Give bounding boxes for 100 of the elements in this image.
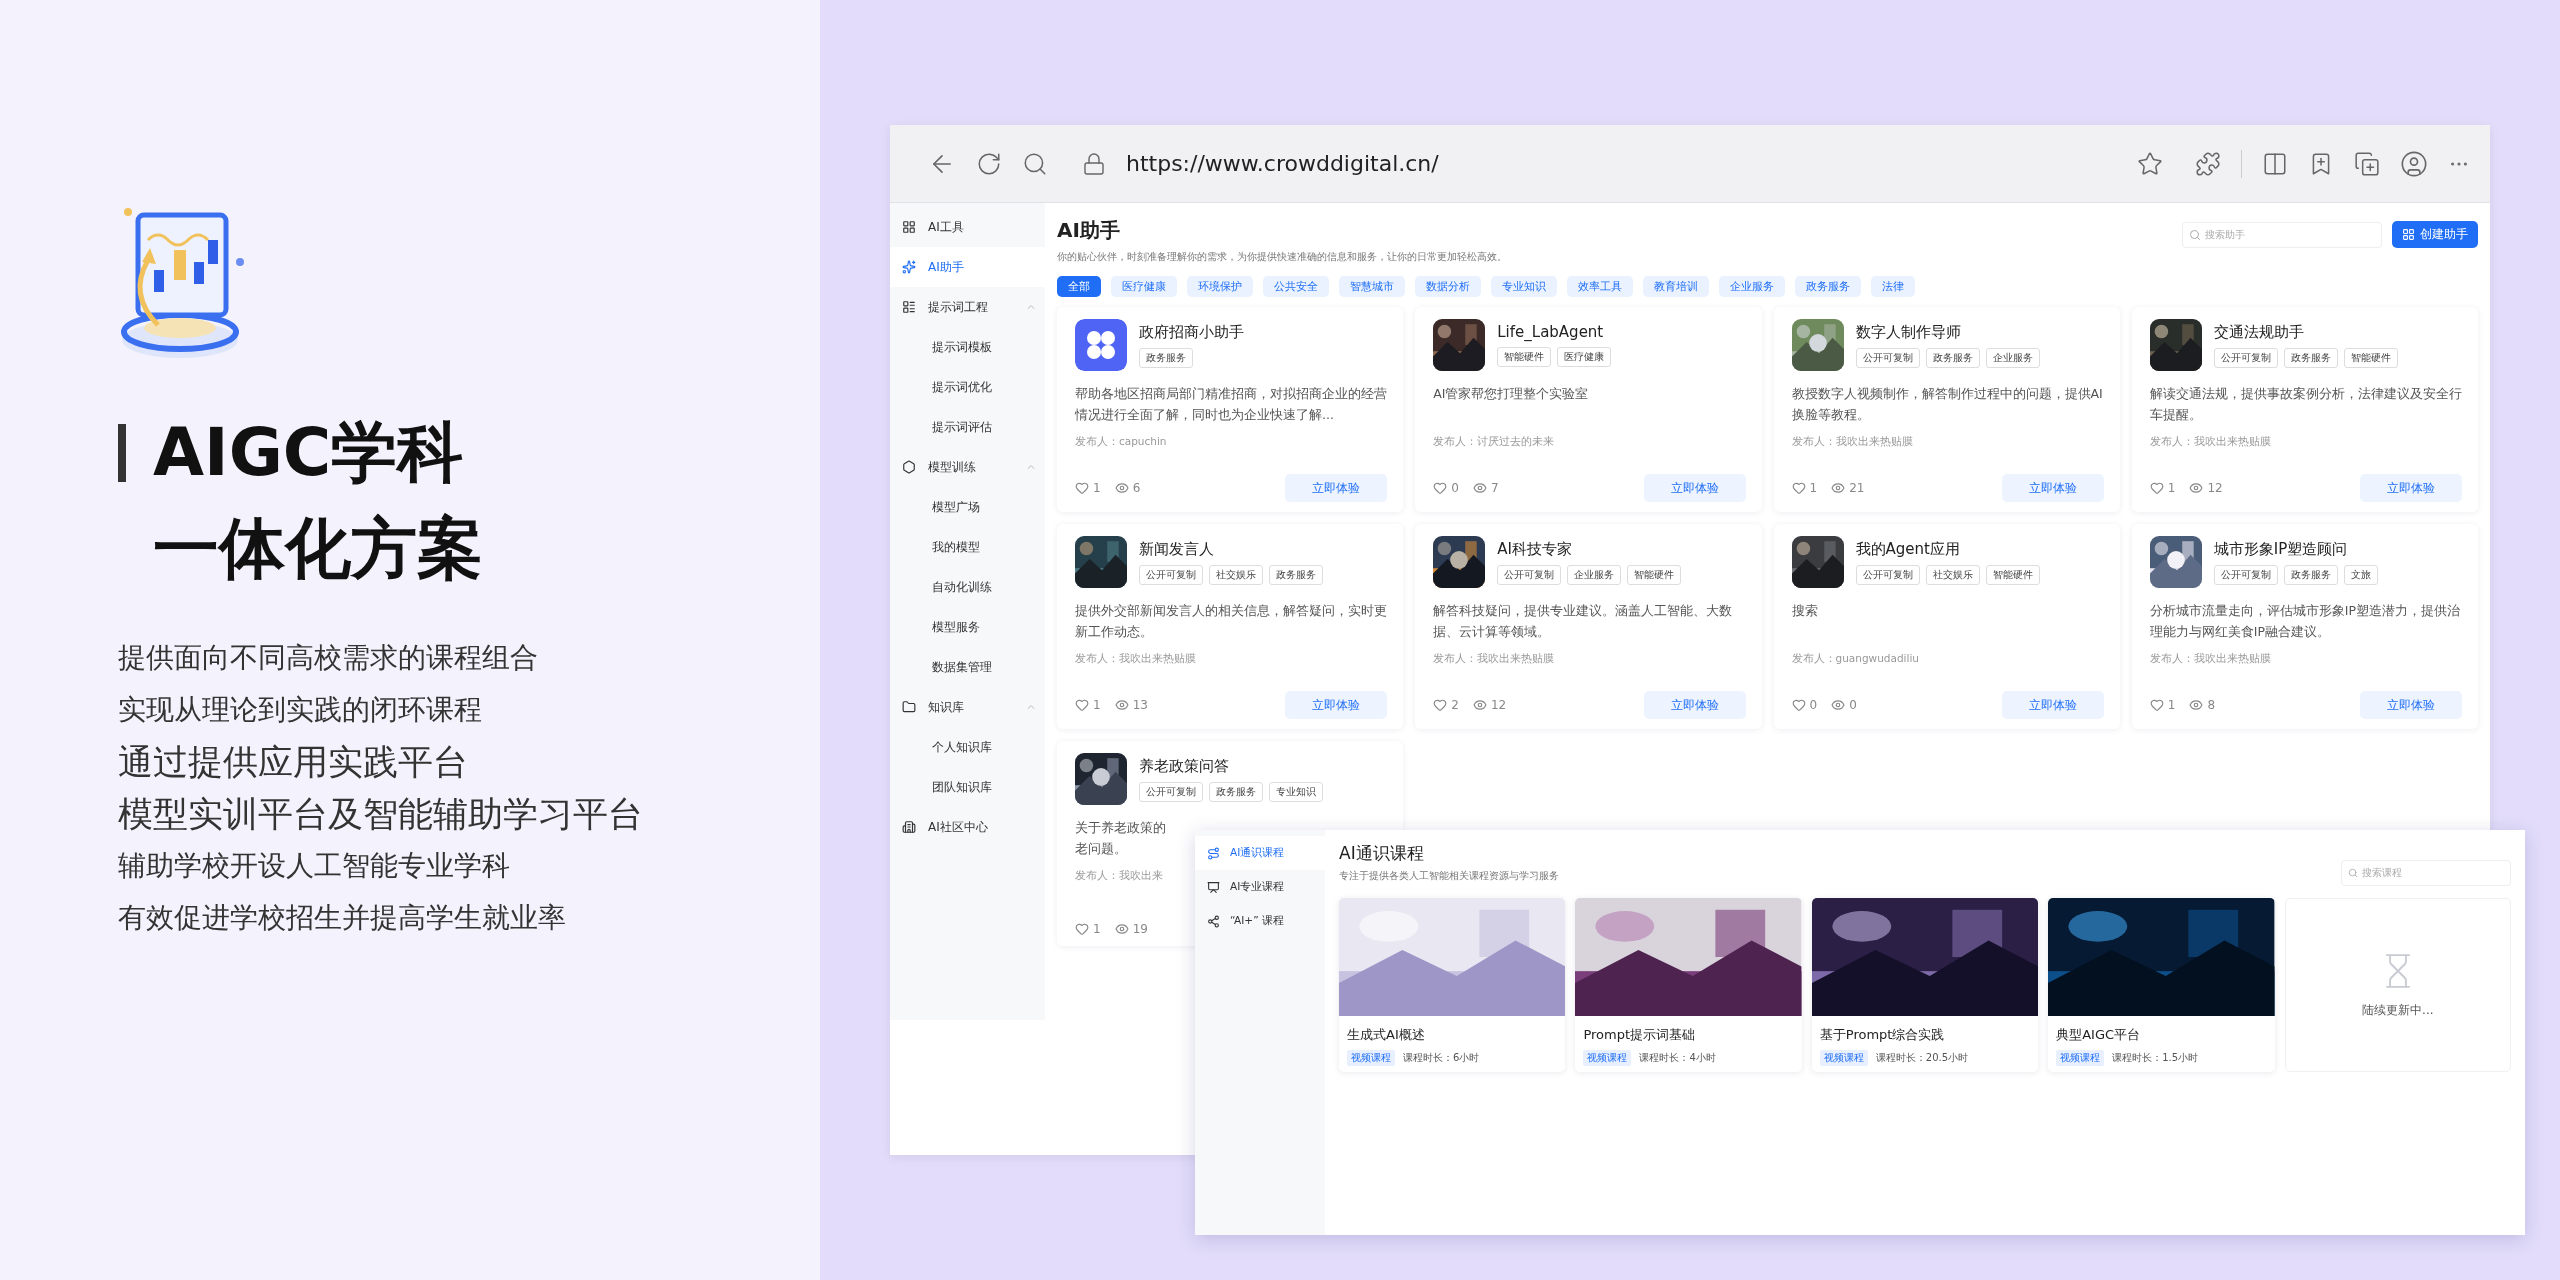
user-avatar-icon[interactable] xyxy=(2400,149,2428,178)
search-field[interactable]: 搜索助手 xyxy=(2182,221,2382,248)
star-icon[interactable] xyxy=(2137,150,2163,177)
lock-icon[interactable] xyxy=(1082,151,1106,176)
sidebar-item[interactable]: AI工具 xyxy=(890,207,1045,247)
sparkle-icon xyxy=(902,260,916,274)
card-title: 数字人制作导师 xyxy=(1855,322,1962,342)
try-button[interactable]: 立即体验 xyxy=(1285,691,1388,719)
presentation-icon xyxy=(1207,880,1220,894)
sidebar-item[interactable]: AI助手 xyxy=(890,247,1045,287)
filter-tab[interactable]: 智慧城市 xyxy=(1339,276,1405,297)
split-view-icon[interactable] xyxy=(2262,150,2288,177)
filter-tab[interactable]: 专业知识 xyxy=(1491,276,1557,297)
heart-icon[interactable] xyxy=(1075,698,1089,712)
sidebar-item[interactable]: 提示词工程 xyxy=(890,287,1045,327)
view-count: 7 xyxy=(1490,481,1499,495)
heart-icon[interactable] xyxy=(1075,922,1089,936)
page-title: AI助手 xyxy=(1057,217,1121,244)
try-button[interactable]: 立即体验 xyxy=(1643,691,1746,719)
filter-tab[interactable]: 环境保护 xyxy=(1187,276,1253,297)
sidebar-item[interactable]: 知识库 xyxy=(890,687,1045,727)
tag: 公开可复制 xyxy=(2213,347,2278,368)
tag: 公开可复制 xyxy=(1855,564,1920,585)
sidebar-subitem[interactable]: 数据集管理 xyxy=(890,647,1045,687)
sidebar-item[interactable]: AI社区中心 xyxy=(890,807,1045,847)
try-button[interactable]: 立即体验 xyxy=(2360,691,2462,719)
sidebar-subitem[interactable]: 模型服务 xyxy=(890,607,1045,647)
course-card[interactable]: 典型AIGC平台 视频课程 课程时长：1.5小时 xyxy=(2048,898,2275,1072)
heart-icon[interactable] xyxy=(2149,481,2164,495)
view-count: 6 xyxy=(1132,481,1141,495)
sidebar-subitem[interactable]: 我的模型 xyxy=(890,527,1045,567)
filter-tab[interactable]: 教育培训 xyxy=(1643,276,1709,297)
sidebar-subitem[interactable]: 模型广场 xyxy=(890,487,1045,527)
card-description: 解读交通法规，提供事故案例分析，法律建议及安全行车提醒。 xyxy=(2149,385,2462,424)
filter-tab[interactable]: 数据分析 xyxy=(1415,276,1481,297)
heart-icon[interactable] xyxy=(1791,481,1806,495)
try-button[interactable]: 立即体验 xyxy=(1285,474,1388,502)
like-count: 0 xyxy=(1809,698,1818,712)
eye-icon xyxy=(1114,922,1129,936)
sidebar-subitem[interactable]: 提示词优化 xyxy=(890,367,1045,407)
tag: 政务服务 xyxy=(1269,564,1323,585)
course-card[interactable]: 基于Prompt综合实践 视频课程 课程时长：20.5小时 xyxy=(1811,898,2039,1072)
sidebar-item[interactable]: AI专业课程 xyxy=(1195,870,1325,904)
sidebar-item[interactable]: AI通识课程 xyxy=(1195,836,1325,870)
filter-tab[interactable]: 政务服务 xyxy=(1795,276,1861,297)
tag: 公开可复制 xyxy=(1139,564,1203,585)
like-count: 1 xyxy=(2167,481,2176,495)
heart-icon[interactable] xyxy=(1433,698,1448,712)
sidebar-subitem[interactable]: 团队知识库 xyxy=(890,767,1045,807)
filter-tab[interactable]: 公共安全 xyxy=(1263,276,1329,297)
try-button[interactable]: 立即体验 xyxy=(2360,474,2462,502)
sidebar-subitem[interactable]: 提示词模板 xyxy=(890,327,1045,367)
try-button[interactable]: 立即体验 xyxy=(2001,474,2104,502)
sidebar-subitem[interactable]: 自动化训练 xyxy=(890,567,1045,607)
sidebar-item[interactable]: “AI+” 课程 xyxy=(1195,904,1325,938)
hexagon-icon xyxy=(902,460,916,474)
view-count: 13 xyxy=(1132,698,1148,712)
like-count: 1 xyxy=(1809,481,1818,495)
course-title: 生成式AI概述 xyxy=(1347,1026,1426,1044)
author-label: 发布人：讨厌过去的未来 xyxy=(1433,435,1555,449)
view-count: 8 xyxy=(2207,698,2216,712)
filter-tab[interactable]: 全部 xyxy=(1057,276,1101,297)
page-subtitle: 你的贴心伙伴，时刻准备理解你的需求，为你提供快速准确的信息和服务，让你的日常更加轻松高效。 xyxy=(1057,250,1507,264)
eye-icon xyxy=(1472,698,1487,712)
puzzle-icon[interactable] xyxy=(2195,150,2221,177)
list-icon xyxy=(902,300,916,314)
filter-tab[interactable]: 效率工具 xyxy=(1567,276,1633,297)
card-description: AI管家帮您打理整个实验室 xyxy=(1433,385,1590,403)
like-count: 0 xyxy=(1451,481,1459,495)
course-card[interactable]: 生成式AI概述 视频课程 课程时长：6小时 xyxy=(1339,898,1566,1072)
tag: 企业服务 xyxy=(1985,347,2040,368)
sidebar-subitem[interactable]: 个人知识库 xyxy=(890,727,1045,767)
heart-icon[interactable] xyxy=(2149,698,2164,712)
tag: 公开可复制 xyxy=(1855,347,1920,368)
copy-plus-icon[interactable] xyxy=(2354,150,2380,177)
try-button[interactable]: 立即体验 xyxy=(2001,691,2104,719)
card-title: Life_LabAgent xyxy=(1497,323,1605,341)
filter-tab[interactable]: 医疗健康 xyxy=(1111,276,1177,297)
filter-tab[interactable]: 法律 xyxy=(1871,276,1915,297)
course-duration: 课程时长：4小时 xyxy=(1639,1051,1716,1065)
heart-icon[interactable] xyxy=(1791,698,1806,712)
like-count: 2 xyxy=(1451,698,1459,712)
card-title: 城市形象IP塑造顾问 xyxy=(2213,539,2349,559)
heart-icon[interactable] xyxy=(1075,481,1089,495)
heart-icon[interactable] xyxy=(1433,481,1448,495)
card-description: 分析城市流量走向，评估城市形象IP塑造潜力，提供治理能力与网红美食IP融合建议。 xyxy=(2149,602,2461,641)
create-button[interactable]: 创建助手 xyxy=(2392,221,2478,248)
eye-icon xyxy=(1831,481,1846,495)
tag: 企业服务 xyxy=(1567,564,1622,585)
sidebar-item[interactable]: 模型训练 xyxy=(890,447,1045,487)
author-label: 发布人：我吹出来热贴膜 xyxy=(1433,652,1555,666)
author-label: 发布人：我吹出来热贴膜 xyxy=(1791,435,1913,449)
url-field[interactable]: https://www.crowddigital.cn/ xyxy=(1126,151,2117,176)
course-card[interactable]: Prompt提示词基础 视频课程 课程时长：4小时 xyxy=(1575,898,1802,1072)
course-title: Prompt提示词基础 xyxy=(1583,1026,1697,1044)
filter-tab[interactable]: 企业服务 xyxy=(1719,276,1785,297)
card-title: 我的Agent应用 xyxy=(1855,539,1961,559)
sidebar-subitem[interactable]: 提示词评估 xyxy=(890,407,1045,447)
try-button[interactable]: 立即体验 xyxy=(1643,474,1746,502)
tag: 公开可复制 xyxy=(2213,564,2278,585)
